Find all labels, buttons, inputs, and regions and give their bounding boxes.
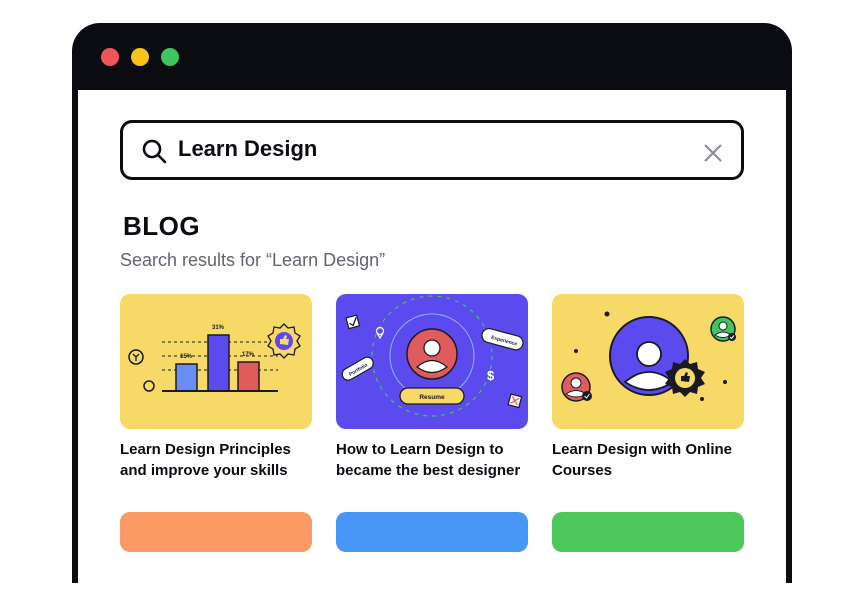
- dollar-icon: $: [487, 368, 495, 383]
- experience-tag: Experience: [481, 327, 524, 351]
- search-results-subtitle: Search results for “Learn Design”: [120, 250, 386, 270]
- search-bar[interactable]: [120, 120, 744, 180]
- card-thumbnail[interactable]: Resume Experience Portfolio $: [336, 294, 528, 429]
- thumbs-up-badge-icon: [267, 323, 301, 359]
- bar-1-label: 15%: [180, 354, 193, 360]
- search-input[interactable]: [178, 136, 678, 162]
- svg-text:Resume: Resume: [419, 394, 445, 401]
- section-heading: BLOG: [123, 211, 201, 241]
- blog-card-thumbnail-row2-1[interactable]: [120, 512, 312, 552]
- bar-3: [237, 361, 260, 392]
- bar-chart-illustration: 15% 31% 17%: [128, 323, 301, 392]
- blog-card-thumbnail-row2-2[interactable]: [336, 512, 528, 552]
- clear-search-icon[interactable]: [703, 143, 723, 163]
- small-avatar-green: [710, 316, 736, 342]
- minimize-window-button[interactable]: [131, 48, 149, 66]
- card-title[interactable]: Learn Design Principles and improve your…: [120, 439, 320, 481]
- card-thumbnail[interactable]: 15% 31% 17%: [120, 294, 312, 429]
- blog-card-thumbnail-row2-3[interactable]: [552, 512, 744, 552]
- bar-3-label: 17%: [242, 352, 255, 358]
- maximize-window-button[interactable]: [161, 48, 179, 66]
- bar-1: [175, 363, 198, 392]
- blog-card-online-courses[interactable]: Learn Design with Online Courses: [552, 294, 744, 481]
- card-title[interactable]: Learn Design with Online Courses: [552, 439, 752, 481]
- coin-icon: [143, 380, 155, 392]
- search-icon: [142, 139, 167, 164]
- card-title[interactable]: How to Learn Design to became the best d…: [336, 439, 536, 481]
- location-pin-icon: [375, 326, 385, 340]
- blog-card-best-designer[interactable]: Resume Experience Portfolio $ How to Lea…: [336, 294, 528, 481]
- blog-card-design-principles[interactable]: 15% 31% 17% Learn Design Principles and …: [120, 294, 312, 481]
- browser-window: BLOG Search results for “Learn Design” 1…: [72, 23, 792, 590]
- card-thumbnail[interactable]: [552, 294, 744, 429]
- online-courses-illustration: [561, 311, 736, 402]
- bar-2-label: 31%: [212, 325, 225, 331]
- small-avatar-red: [561, 372, 592, 402]
- resume-tag: Resume: [399, 387, 465, 405]
- resume-illustration: Resume Experience Portfolio $: [341, 295, 524, 417]
- close-window-button[interactable]: [101, 48, 119, 66]
- page-content: BLOG Search results for “Learn Design” 1…: [78, 90, 786, 590]
- bar-2: [207, 334, 230, 392]
- check-icon: [345, 314, 361, 330]
- close-icon: [507, 393, 523, 409]
- portfolio-tag: Portfolio: [341, 356, 374, 381]
